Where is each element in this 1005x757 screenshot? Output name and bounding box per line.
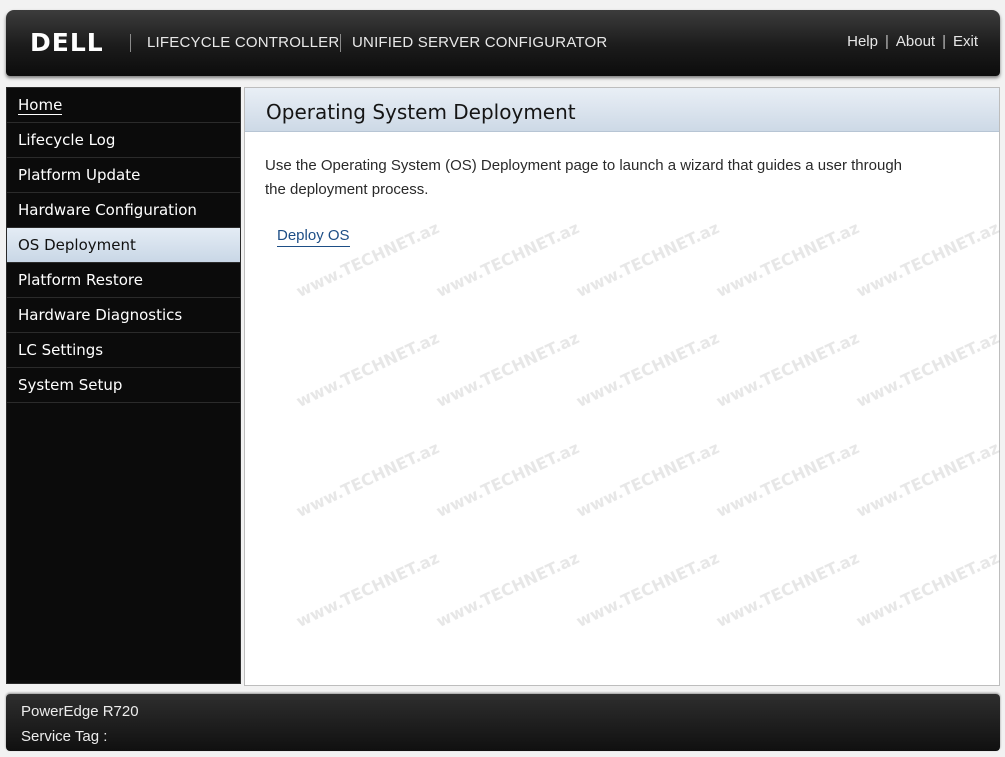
dell-logo: DELL	[30, 28, 104, 57]
sidebar-item-label: LC Settings	[18, 341, 104, 359]
about-link[interactable]: About	[896, 33, 935, 50]
sidebar-item-platform-update[interactable]: Platform Update	[7, 158, 240, 193]
sidebar-item-label: Hardware Configuration	[18, 201, 197, 219]
sidebar-item-system-setup[interactable]: System Setup	[7, 368, 240, 403]
product-name-secondary: UNIFIED SERVER CONFIGURATOR	[352, 34, 608, 51]
link-separator: |	[884, 33, 889, 50]
sidebar-item-label: Lifecycle Log	[18, 131, 116, 149]
product-name-primary: LIFECYCLE CONTROLLER	[147, 34, 340, 51]
app-header: DELL LIFECYCLE CONTROLLER UNIFIED SERVER…	[6, 10, 1000, 76]
header-separator	[340, 34, 341, 52]
sidebar-item-label: System Setup	[18, 376, 123, 394]
sidebar-item-home[interactable]: Home	[7, 88, 240, 123]
link-separator: |	[942, 33, 946, 50]
sidebar-item-platform-restore[interactable]: Platform Restore	[7, 263, 240, 298]
sidebar-item-lifecycle-log[interactable]: Lifecycle Log	[7, 123, 240, 158]
page-description: Use the Operating System (OS) Deployment…	[265, 157, 903, 198]
sidebar-item-hardware-configuration[interactable]: Hardware Configuration	[7, 193, 240, 228]
sidebar-item-label: Platform Update	[18, 166, 141, 184]
header-separator	[130, 34, 131, 52]
exit-link[interactable]: Exit	[953, 33, 978, 50]
sidebar-item-label: Hardware Diagnostics	[18, 306, 183, 324]
main-panel: Operating System Deployment Use the Oper…	[244, 87, 1000, 686]
sidebar-item-os-deployment[interactable]: OS Deployment	[7, 228, 240, 263]
server-model: PowerEdge R720	[21, 703, 139, 720]
sidebar-item-hardware-diagnostics[interactable]: Hardware Diagnostics	[7, 298, 240, 333]
sidebar-item-label: Home	[18, 96, 63, 115]
status-footer: PowerEdge R720 Service Tag :	[6, 694, 1000, 751]
sidebar-item-label: OS Deployment	[18, 236, 136, 254]
service-tag-label: Service Tag :	[21, 728, 108, 745]
header-links: Help | About | Exit	[847, 33, 978, 50]
help-link[interactable]: Help	[847, 33, 878, 50]
sidebar-nav: Home Lifecycle Log Platform Update Hardw…	[6, 87, 241, 684]
page-title: Operating System Deployment	[245, 88, 999, 132]
sidebar-item-label: Platform Restore	[18, 271, 143, 289]
deploy-os-link[interactable]: Deploy OS	[277, 227, 350, 247]
sidebar-item-lc-settings[interactable]: LC Settings	[7, 333, 240, 368]
